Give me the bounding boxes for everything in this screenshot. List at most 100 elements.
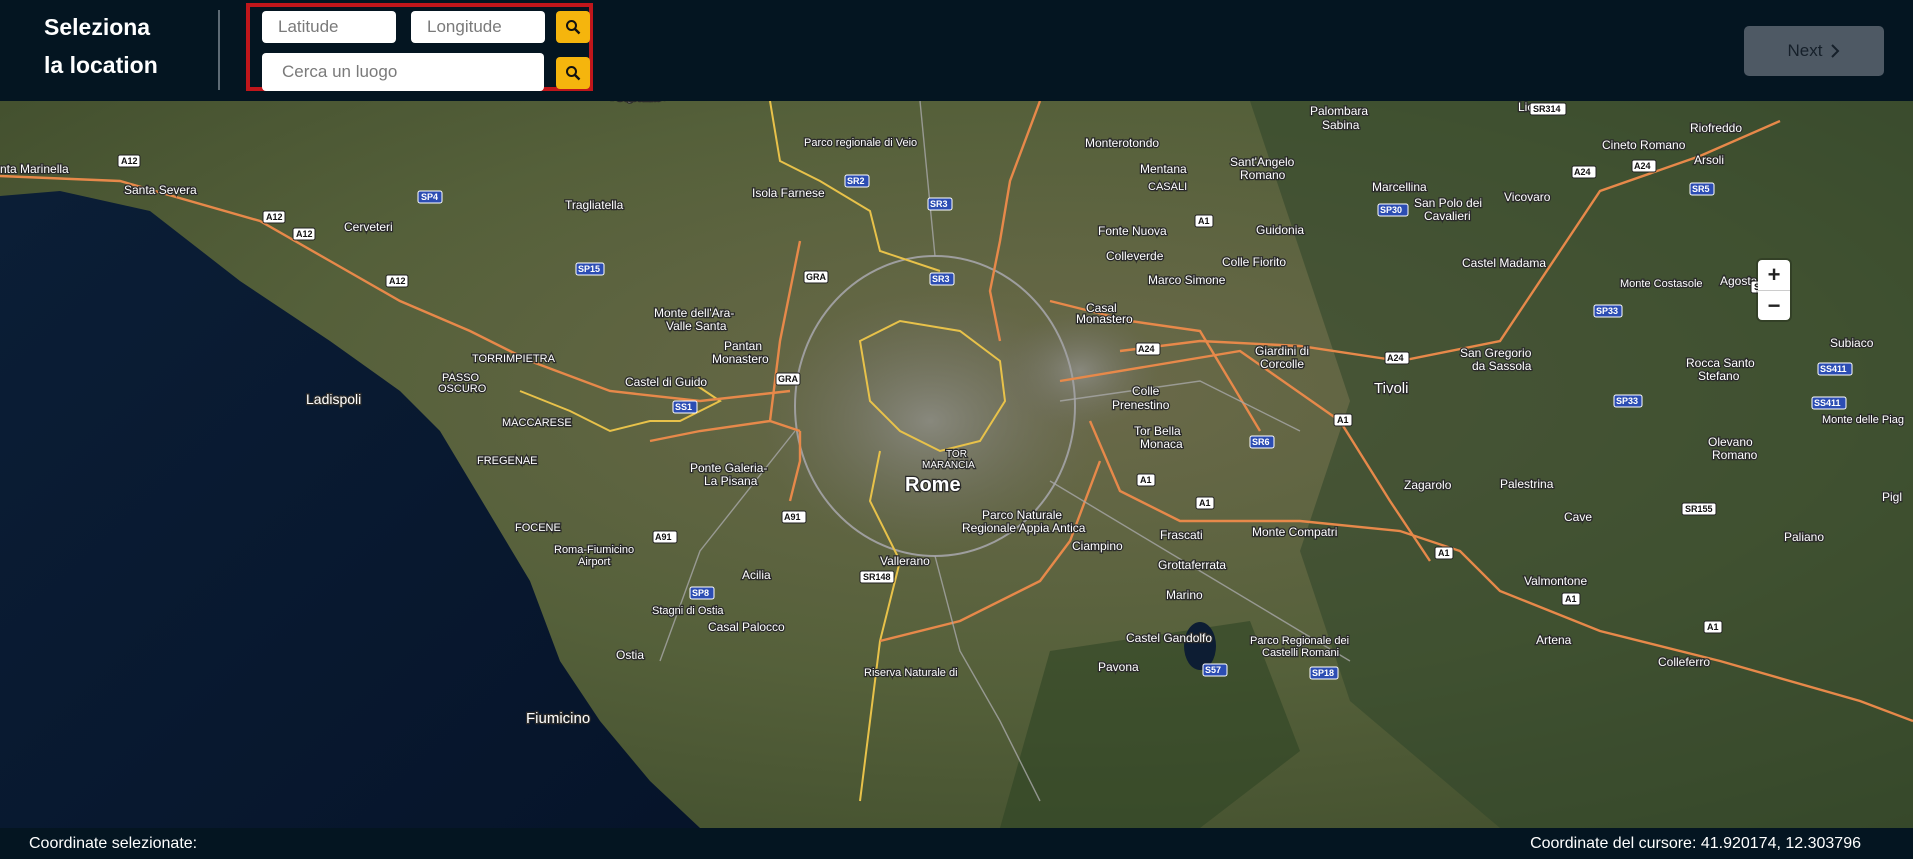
zoom-control: + − [1758, 260, 1790, 320]
svg-text:A24: A24 [1574, 167, 1591, 177]
svg-text:Castelli Romani: Castelli Romani [1262, 647, 1339, 659]
svg-text:nta Marinella: nta Marinella [0, 162, 69, 176]
svg-text:San Gregorio: San Gregorio [1460, 346, 1532, 360]
coordinate-search-button[interactable] [556, 11, 590, 43]
chevron-right-icon [1831, 44, 1840, 58]
svg-text:Guidonia: Guidonia [1256, 223, 1304, 237]
svg-text:Arsoli: Arsoli [1694, 153, 1724, 167]
svg-text:Palombara: Palombara [1310, 104, 1368, 118]
map-canvas[interactable]: Rome Fiumicino Tivoli Ladispoli nta Mari… [0, 101, 1913, 828]
svg-text:FREGENAE: FREGENAE [477, 455, 538, 467]
svg-text:SR2: SR2 [847, 176, 865, 186]
svg-text:SR3: SR3 [930, 199, 948, 209]
svg-text:Acilia: Acilia [742, 568, 771, 582]
zoom-out-button[interactable]: − [1758, 291, 1790, 321]
svg-text:Colleferro: Colleferro [1658, 655, 1710, 669]
svg-text:Pantan: Pantan [724, 339, 762, 353]
svg-text:SS411: SS411 [1820, 364, 1847, 374]
svg-text:Monaca: Monaca [1140, 437, 1183, 451]
svg-text:CASALI: CASALI [1148, 181, 1187, 193]
svg-text:SP18: SP18 [1312, 668, 1334, 678]
header-divider [218, 10, 220, 90]
svg-text:Pigl: Pigl [1882, 490, 1902, 504]
svg-text:Prenestino: Prenestino [1112, 398, 1170, 412]
place-search-button[interactable] [556, 57, 590, 89]
latitude-input[interactable] [262, 11, 396, 43]
svg-text:Monte delle Piag: Monte delle Piag [1822, 414, 1904, 426]
svg-text:Ostia: Ostia [616, 648, 644, 662]
svg-text:Valmontone: Valmontone [1524, 574, 1587, 588]
svg-text:A1: A1 [1337, 415, 1349, 425]
zoom-in-button[interactable]: + [1758, 260, 1790, 291]
svg-text:Fonte Nuova: Fonte Nuova [1098, 224, 1167, 238]
svg-text:Regionale Appia Antica: Regionale Appia Antica [962, 521, 1086, 535]
svg-text:Marino: Marino [1166, 588, 1203, 602]
svg-text:Parco regionale di Veio: Parco regionale di Veio [804, 137, 917, 149]
svg-text:Cerveteri: Cerveteri [344, 220, 393, 234]
svg-text:Castel di Guido: Castel di Guido [625, 375, 707, 389]
svg-text:Mentana: Mentana [1140, 162, 1187, 176]
svg-text:SP8: SP8 [692, 588, 709, 598]
svg-text:Sabazia: Sabazia [616, 101, 660, 104]
selected-coordinates: Coordinate selezionate: [29, 835, 198, 852]
svg-text:Paliano: Paliano [1784, 530, 1824, 544]
svg-text:A12: A12 [266, 212, 283, 222]
svg-text:MACCARESE: MACCARESE [502, 417, 572, 429]
svg-text:SR314: SR314 [1533, 104, 1561, 114]
page-title: Seleziona la location [44, 8, 158, 84]
svg-text:TOR: TOR [946, 449, 967, 460]
svg-text:Monte Compatri: Monte Compatri [1252, 525, 1337, 539]
top-bar: Seleziona la location Next [0, 0, 1913, 101]
cursor-coordinates: Coordinate del cursore: 41.920174, 12.30… [1530, 835, 1861, 852]
lake-albano [1184, 622, 1216, 670]
satellite-map[interactable]: Rome Fiumicino Tivoli Ladispoli nta Mari… [0, 101, 1913, 828]
svg-text:Isola Farnese: Isola Farnese [752, 186, 825, 200]
place-search-input[interactable] [262, 53, 544, 91]
place-tivoli: Tivoli [1374, 380, 1408, 397]
place-rome: Rome [905, 474, 961, 496]
svg-text:MARANCIA: MARANCIA [922, 460, 975, 471]
svg-text:A24: A24 [1634, 161, 1651, 171]
svg-text:SR6: SR6 [1252, 437, 1270, 447]
svg-text:Rocca Santo: Rocca Santo [1686, 356, 1755, 370]
svg-text:Pavona: Pavona [1098, 660, 1139, 674]
svg-text:Grottaferrata: Grottaferrata [1158, 558, 1226, 572]
svg-text:La Pisana: La Pisana [704, 474, 758, 488]
svg-text:SR3: SR3 [932, 274, 950, 284]
svg-text:A1: A1 [1707, 622, 1719, 632]
svg-text:SP33: SP33 [1596, 306, 1618, 316]
svg-text:Vicovaro: Vicovaro [1504, 190, 1551, 204]
svg-text:A12: A12 [389, 276, 406, 286]
svg-text:Sant'Angelo: Sant'Angelo [1230, 155, 1295, 169]
svg-text:Ciampino: Ciampino [1072, 539, 1123, 553]
svg-text:Roma-Fiumicino: Roma-Fiumicino [554, 544, 634, 556]
svg-text:Santa Severa: Santa Severa [124, 183, 197, 197]
svg-text:Cineto Romano: Cineto Romano [1602, 138, 1686, 152]
longitude-input[interactable] [411, 11, 545, 43]
urban-area-ne [1000, 311, 1160, 431]
svg-text:Stefano: Stefano [1698, 369, 1740, 383]
svg-text:Cavalieri: Cavalieri [1424, 209, 1471, 223]
svg-text:Monte Costasole: Monte Costasole [1620, 278, 1703, 290]
svg-text:Romano: Romano [1712, 448, 1758, 462]
svg-text:Monastero: Monastero [712, 352, 769, 366]
svg-text:OSCURO: OSCURO [438, 383, 487, 395]
svg-text:SR148: SR148 [863, 572, 891, 582]
svg-text:Parco Naturale: Parco Naturale [982, 508, 1062, 522]
svg-text:A1: A1 [1199, 498, 1211, 508]
svg-text:GRA: GRA [778, 374, 799, 384]
svg-text:A91: A91 [784, 512, 801, 522]
search-icon [566, 20, 581, 35]
svg-text:Stagni di Ostia: Stagni di Ostia [652, 605, 724, 617]
svg-text:SR155: SR155 [1685, 504, 1713, 514]
svg-text:Palestrina: Palestrina [1500, 477, 1554, 491]
svg-text:Monterotondo: Monterotondo [1085, 136, 1159, 150]
svg-text:da Sassola: da Sassola [1472, 359, 1532, 373]
svg-text:Romano: Romano [1240, 168, 1286, 182]
next-button[interactable]: Next [1744, 26, 1884, 76]
svg-text:Colleverde: Colleverde [1106, 249, 1164, 263]
svg-text:Riofreddo: Riofreddo [1690, 121, 1742, 135]
svg-text:Marco Simone: Marco Simone [1148, 273, 1226, 287]
svg-text:Colle: Colle [1132, 384, 1160, 398]
svg-text:A91: A91 [655, 532, 672, 542]
